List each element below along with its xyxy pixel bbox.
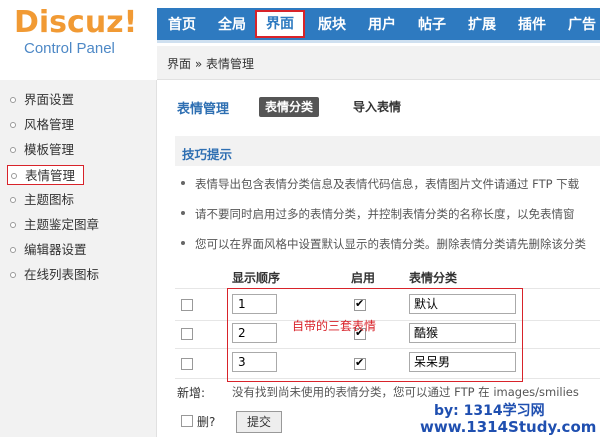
discuz-logo[interactable]: Discuz! Control Panel [14, 6, 154, 62]
bullet-icon [10, 246, 16, 253]
watermark-line-1: by: 1314学习网 [434, 403, 545, 419]
tips-header: 技巧提示 [175, 136, 600, 166]
row-delete-checkbox[interactable] [181, 358, 193, 370]
top-nav-underline [157, 40, 600, 43]
nav-tab-6[interactable]: 扩展 [465, 14, 499, 36]
sidebar-item[interactable]: 主题鉴定图章 [10, 215, 99, 235]
sidebar-item[interactable]: 风格管理 [10, 115, 74, 135]
watermark-line-2: www.1314Study.com [420, 418, 597, 436]
logo-subtitle: Control Panel [24, 40, 115, 57]
column-header-enabled: 启用 [351, 271, 376, 285]
nav-tab-4[interactable]: 用户 [365, 14, 399, 36]
sidebar-item[interactable]: 主题图标 [10, 190, 74, 210]
nav-tab-3[interactable]: 版块 [315, 14, 349, 36]
annotation-text: 自带的三套表情 [292, 319, 377, 333]
column-header-name: 表情分类 [409, 271, 458, 285]
nav-tab-8[interactable]: 广告 [565, 14, 599, 36]
submit-button[interactable]: 提交 [236, 411, 282, 433]
sidebar-item-label: 表情管理 [25, 168, 76, 183]
bullet-icon [10, 96, 16, 103]
nav-tab-1[interactable]: 全局 [215, 14, 249, 36]
new-category-message: 没有找到尚未使用的表情分类，您可以通过 FTP 在 images/smilies [232, 385, 579, 399]
bullet-icon [10, 146, 16, 153]
highlight-box [227, 288, 523, 382]
tab-import-smilies[interactable]: 导入表情 [353, 98, 401, 116]
tip-item: 请不要同时启用过多的表情分类，并控制表情分类的名称长度，以免表情窗 [181, 206, 575, 222]
bullet-icon [11, 172, 17, 179]
sidebar-item-label: 主题鉴定图章 [24, 217, 100, 232]
sidebar-item[interactable]: 在线列表图标 [10, 265, 99, 285]
bullet-icon [10, 221, 16, 228]
bullet-icon [181, 180, 185, 185]
nav-tab-2[interactable]: 界面 [255, 10, 305, 38]
sidebar-item-label: 风格管理 [24, 117, 75, 132]
sidebar: 界面设置风格管理模板管理表情管理主题图标主题鉴定图章 编辑器设置在线列表图标 [0, 80, 157, 437]
sidebar-item-label: 编辑器设置 [24, 242, 87, 257]
sidebar-item-label: 模板管理 [24, 142, 75, 157]
sidebar-item[interactable]: 编辑器设置 [10, 240, 87, 260]
sidebar-item[interactable]: 界面设置 [10, 90, 74, 110]
sidebar-item[interactable]: 模板管理 [10, 140, 74, 160]
nav-tab-7[interactable]: 插件 [515, 14, 549, 36]
delete-all-checkbox[interactable] [181, 415, 193, 427]
sidebar-item-label: 主题图标 [24, 192, 75, 207]
bullet-icon [181, 240, 185, 245]
tips-title: 技巧提示 [182, 147, 233, 162]
row-delete-checkbox[interactable] [181, 299, 193, 311]
logo-bang: ! [123, 5, 138, 40]
breadcrumb: 界面 » 表情管理 [167, 57, 254, 71]
nav-tab-5[interactable]: 帖子 [415, 14, 449, 36]
sidebar-item-label: 在线列表图标 [24, 267, 100, 282]
page-title: 表情管理 [177, 102, 230, 117]
bullet-icon [10, 271, 16, 278]
breadcrumb-bar: 界面 » 表情管理 [157, 46, 600, 80]
tip-item: 表情导出包含表情分类信息及表情代码信息，表情图片文件请通过 FTP 下载 [181, 176, 579, 192]
logo-text: Discuz [14, 5, 124, 40]
tab-smiley-categories[interactable]: 表情分类 [259, 97, 320, 117]
tip-item: 您可以在界面风格中设置默认显示的表情分类。删除表情分类请先删除该分类 [181, 236, 586, 252]
sidebar-item-label: 界面设置 [24, 92, 75, 107]
column-header-order: 显示顺序 [232, 271, 281, 285]
row-delete-checkbox[interactable] [181, 328, 193, 340]
delete-label: 删? [197, 415, 216, 429]
nav-tab-0[interactable]: 首页 [165, 14, 199, 36]
bullet-icon [10, 196, 16, 203]
main-content: 表情管理 表情分类 导入表情 技巧提示 表情导出包含表情分类信息及表情代码信息，… [157, 80, 600, 437]
bullet-icon [181, 210, 185, 215]
bullet-icon [10, 121, 16, 128]
new-label: 新增: [177, 386, 206, 400]
sidebar-item[interactable]: 表情管理 [7, 165, 85, 185]
